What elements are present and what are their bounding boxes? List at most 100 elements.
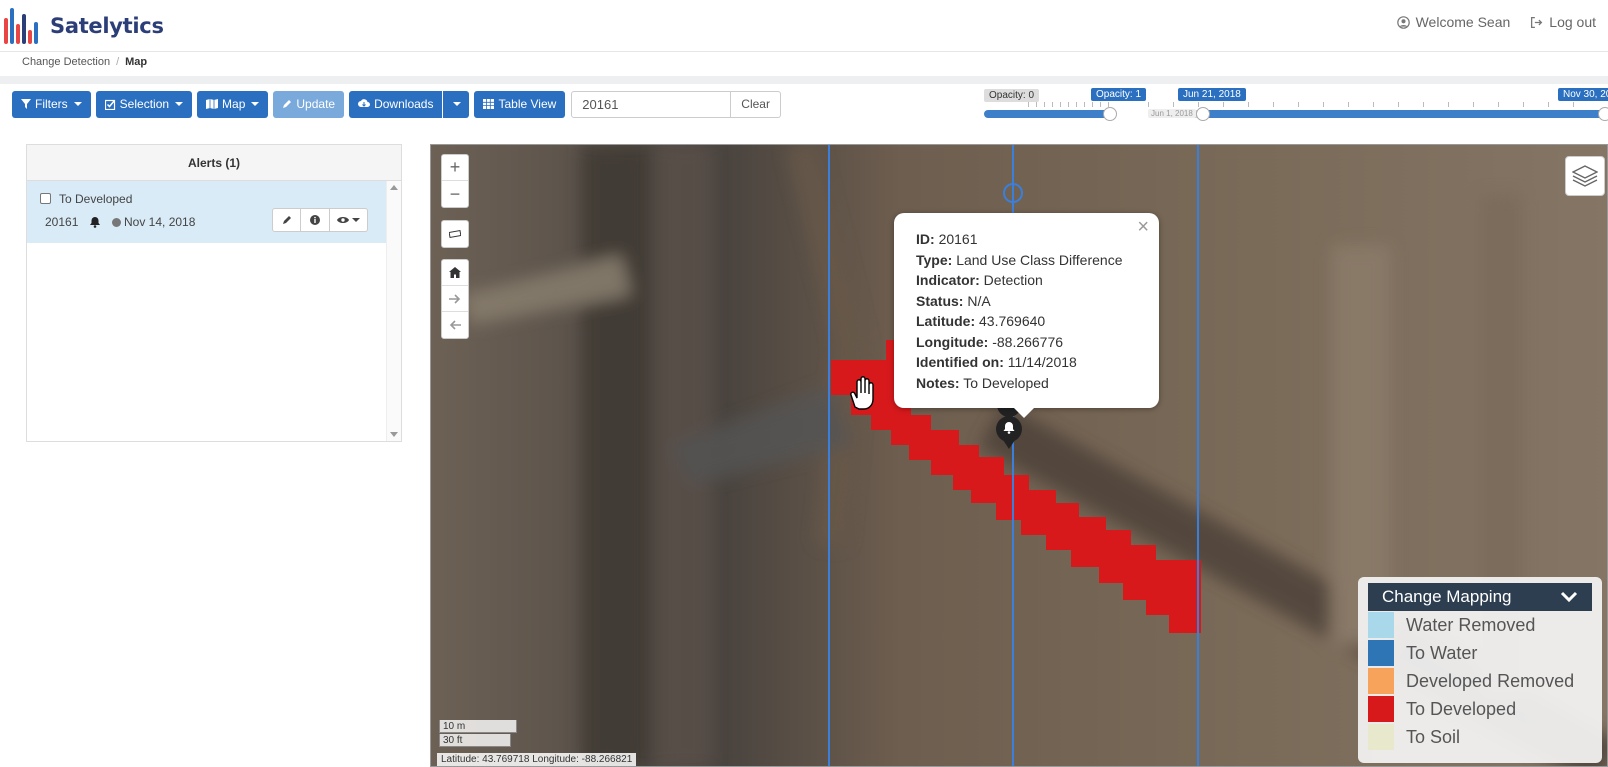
date-start-handle[interactable] (1196, 107, 1210, 121)
alert-item[interactable]: To Developed 20161 Nov 14, 2018 (27, 181, 387, 243)
legend-swatch (1368, 724, 1394, 750)
caret-down-icon (175, 102, 184, 106)
date-end-label: Nov 30, 2018 (1558, 88, 1608, 101)
scale-bar-meters: 10 m (439, 720, 517, 733)
back-button[interactable] (442, 312, 468, 338)
measure-button[interactable] (442, 221, 468, 247)
map-icon (206, 99, 219, 109)
caret-down-icon (73, 102, 82, 106)
measure-control (441, 220, 469, 248)
welcome-text: Welcome Sean (1415, 14, 1511, 30)
map-view[interactable]: + − × ID: 20161 Type: Land Use Class Dif… (430, 144, 1608, 767)
search-input[interactable] (571, 90, 732, 118)
opacity-max-label: Opacity: 1 (1091, 88, 1147, 101)
opacity-handle[interactable] (1103, 107, 1117, 121)
clear-button[interactable]: Clear (731, 90, 781, 118)
slider-tick (1573, 102, 1574, 107)
slider-tick (1148, 102, 1149, 107)
pencil-icon (283, 100, 292, 108)
legend-item: Developed Removed (1368, 667, 1592, 695)
scroll-down-icon[interactable] (390, 432, 398, 437)
slider-tick (1448, 102, 1449, 107)
table-view-button[interactable]: Table View (474, 90, 566, 118)
slider-tick (1298, 102, 1299, 107)
brand-logo[interactable]: Satelytics (2, 4, 164, 48)
slider-tick (1084, 102, 1085, 107)
legend-header[interactable]: Change Mapping (1368, 583, 1592, 611)
slider-tick (1076, 102, 1077, 107)
popup-notes-row: Notes: To Developed (916, 374, 1049, 391)
date-end-handle[interactable] (1598, 107, 1608, 121)
slider-tick (1423, 102, 1424, 107)
check-square-icon (104, 99, 115, 110)
popup-longitude-row: Longitude: -88.266776 (916, 333, 1064, 350)
legend-swatch (1368, 696, 1394, 722)
breadcrumb: Change Detection / Map (0, 52, 1608, 84)
table-icon (483, 99, 495, 109)
info-alert-button[interactable] (301, 208, 330, 232)
filters-button[interactable]: Filters (12, 90, 91, 118)
ruler-icon (449, 230, 461, 238)
change-mapping-legend: Change Mapping Water Removed To Water Deve… (1358, 577, 1602, 763)
satelytics-logo-icon (2, 4, 46, 48)
arrow-right-icon (449, 293, 461, 304)
app-header: Satelytics Welcome Sean Log out (0, 0, 1608, 52)
bell-icon (90, 217, 100, 228)
selection-button[interactable]: Selection (95, 90, 193, 118)
slider-tick (1223, 102, 1224, 107)
legend-title: Change Mapping (1382, 587, 1512, 606)
popup-type-row: Type: Land Use Class Difference (916, 251, 1123, 268)
downloads-label: Downloads (374, 97, 434, 111)
cursor-coordinates: Latitude: 43.769718 Longitude: -88.26682… (437, 753, 637, 766)
slider-tick (1052, 102, 1053, 107)
caret-down-icon (251, 102, 260, 106)
close-icon[interactable]: × (1137, 217, 1149, 238)
date-start-label: Jun 1, 2018 (1148, 109, 1196, 118)
welcome-user[interactable]: Welcome Sean (1396, 14, 1511, 30)
home-button[interactable] (442, 260, 468, 286)
view-alert-dropdown[interactable] (330, 208, 368, 232)
downloads-split-button: Downloads (349, 90, 470, 118)
downloads-dropdown-toggle[interactable] (443, 90, 470, 118)
slider-tick (1100, 102, 1101, 107)
slider-tick (1036, 102, 1037, 107)
alerts-panel: Alerts (1) To Developed 20161 Nov 14, 20… (26, 144, 402, 442)
caret-down-icon (453, 102, 462, 106)
slider-tick (1523, 102, 1524, 107)
slider-tick (1028, 102, 1029, 107)
popup-identified-row: Identified on: 11/14/2018 (916, 354, 1077, 370)
chevron-down-icon (1560, 591, 1578, 603)
scale-bar-feet: 30 ft (439, 734, 511, 747)
zoom-in-button[interactable]: + (442, 155, 468, 181)
opacity-track (984, 110, 1114, 118)
cloud-download-icon (358, 99, 371, 107)
legend-item: To Developed (1368, 695, 1592, 723)
breadcrumb-change-detection[interactable]: Change Detection (22, 56, 110, 72)
layers-button[interactable] (1565, 156, 1605, 196)
alert-checkbox[interactable] (40, 193, 51, 204)
slider-tick (1498, 102, 1499, 107)
update-button[interactable]: Update (273, 90, 345, 118)
edit-alert-button[interactable] (272, 208, 301, 232)
slider-tick (1173, 102, 1174, 107)
zoom-control: + − (441, 154, 469, 208)
legend-swatch (1368, 640, 1394, 666)
arrow-left-icon (449, 320, 461, 330)
map-label: Map (222, 97, 246, 111)
forward-button[interactable] (442, 286, 468, 312)
zoom-out-button[interactable]: − (442, 181, 468, 207)
filters-label: Filters (35, 97, 68, 111)
scroll-up-icon[interactable] (390, 185, 398, 190)
slider-tick (1060, 102, 1061, 107)
slider-tick (1068, 102, 1069, 107)
map-button[interactable]: Map (197, 90, 269, 118)
pencil-icon (282, 216, 291, 224)
logout-link[interactable]: Log out (1530, 14, 1596, 30)
slider-tick (1044, 102, 1045, 107)
nav-control (441, 259, 469, 339)
slider-tick (1373, 102, 1374, 107)
slider-tick (1398, 102, 1399, 107)
popup-indicator-row: Indicator: Detection (916, 272, 1043, 288)
alerts-scrollbar[interactable] (386, 181, 401, 441)
downloads-button[interactable]: Downloads (349, 90, 443, 118)
